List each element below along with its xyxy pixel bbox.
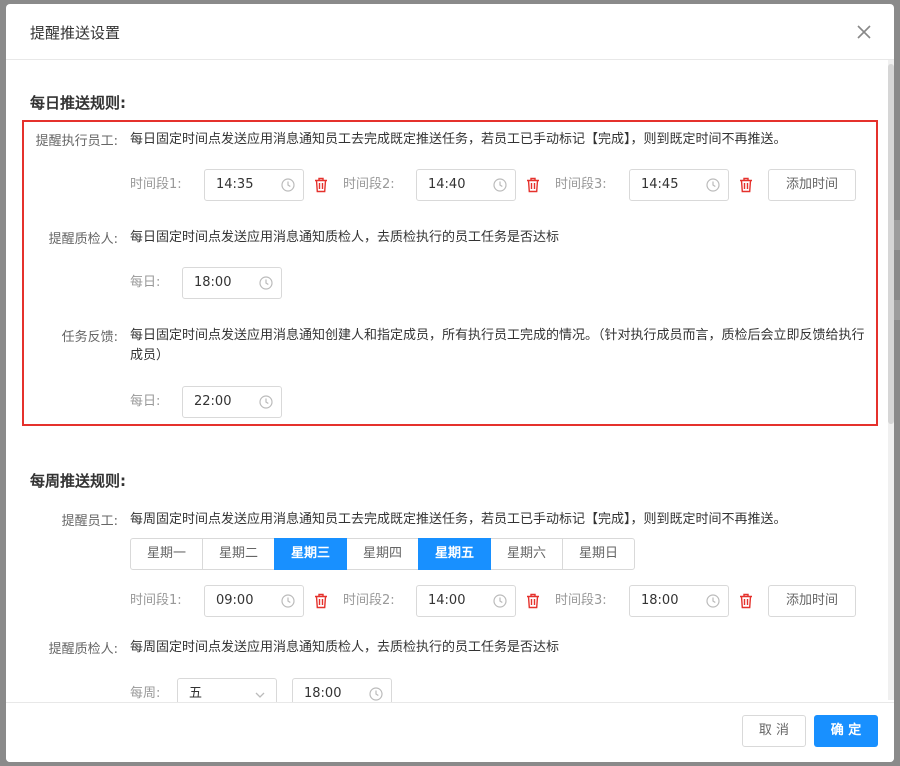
select-value: 五 (189, 686, 203, 701)
time-input-daily-3[interactable]: 14:45 (629, 169, 729, 201)
clock-icon (281, 178, 295, 192)
slot-label: 时间段3: (555, 593, 607, 608)
clock-icon (259, 395, 273, 409)
daily-section-title: 每日推送规则: (30, 94, 126, 112)
dialog-title: 提醒推送设置 (30, 24, 121, 42)
weekly-employee-label: 提醒员工: (61, 514, 118, 529)
daily-label: 每日: (130, 275, 161, 290)
weekly-inspector-label: 提醒质检人: (48, 642, 118, 657)
time-input-inspector[interactable]: 18:00 (182, 267, 282, 299)
time-input-daily-1[interactable]: 14:35 (204, 169, 304, 201)
trash-icon[interactable] (739, 177, 753, 193)
weekday-sun[interactable]: 星期日 (562, 538, 635, 570)
time-input-feedback[interactable]: 22:00 (182, 386, 282, 418)
trash-icon[interactable] (526, 177, 540, 193)
time-value: 09:00 (216, 593, 254, 608)
executor-desc: 每日固定时间点发送应用消息通知员工去完成既定推送任务，若员工已手动标记【完成】，… (130, 132, 787, 147)
weekly-employee-desc: 每周固定时间点发送应用消息通知员工去完成既定推送任务，若员工已手动标记【完成】，… (130, 512, 787, 527)
slot-label: 时间段3: (555, 177, 607, 192)
weekday-select[interactable]: 五 (177, 678, 277, 702)
trash-icon[interactable] (314, 593, 328, 609)
inspector-desc: 每日固定时间点发送应用消息通知质检人，去质检执行的员工任务是否达标 (130, 230, 560, 245)
clock-icon (493, 178, 507, 192)
time-input-weekly-inspector[interactable]: 18:00 (292, 678, 392, 702)
time-input-weekly-3[interactable]: 18:00 (629, 585, 729, 617)
weekday-mon[interactable]: 星期一 (130, 538, 203, 570)
time-input-weekly-1[interactable]: 09:00 (204, 585, 304, 617)
scrollbar-track[interactable] (888, 60, 894, 700)
inspector-label: 提醒质检人: (48, 232, 118, 247)
clock-icon (281, 594, 295, 608)
weekday-sat[interactable]: 星期六 (490, 538, 563, 570)
slot-label: 时间段2: (343, 593, 395, 608)
trash-icon[interactable] (739, 593, 753, 609)
clock-icon (706, 594, 720, 608)
weekly-label: 每周: (130, 686, 161, 701)
add-time-button[interactable]: 添加时间 (768, 169, 856, 201)
time-value: 18:00 (194, 275, 232, 290)
weekday-tue[interactable]: 星期二 (202, 538, 275, 570)
slot-label: 时间段1: (130, 177, 182, 192)
weekday-selector: 星期一 星期二 星期三 星期四 星期五 星期六 星期日 (130, 538, 635, 570)
chevron-down-icon (255, 692, 265, 698)
close-button[interactable] (854, 22, 874, 42)
time-value: 18:00 (641, 593, 679, 608)
weekday-wed[interactable]: 星期三 (274, 538, 347, 570)
time-input-weekly-2[interactable]: 14:00 (416, 585, 516, 617)
time-value: 14:35 (216, 177, 254, 192)
clock-icon (259, 276, 273, 290)
time-input-daily-2[interactable]: 14:40 (416, 169, 516, 201)
weekday-fri[interactable]: 星期五 (418, 538, 491, 570)
trash-icon[interactable] (526, 593, 540, 609)
dialog-footer: 取 消 确 定 (6, 702, 894, 762)
dialog-body: 每日推送规则: 提醒执行员工: 每日固定时间点发送应用消息通知员工去完成既定推送… (6, 60, 894, 702)
dialog-header: 提醒推送设置 (6, 4, 894, 60)
daily-label: 每日: (130, 394, 161, 409)
executor-label: 提醒执行员工: (35, 134, 118, 149)
add-time-button[interactable]: 添加时间 (768, 585, 856, 617)
close-icon (857, 25, 871, 39)
scrollbar-thumb[interactable] (888, 64, 894, 424)
feedback-label: 任务反馈: (61, 330, 118, 345)
confirm-button[interactable]: 确 定 (814, 715, 878, 747)
time-value: 14:00 (428, 593, 466, 608)
cancel-button[interactable]: 取 消 (742, 715, 806, 747)
time-value: 22:00 (194, 394, 232, 409)
slot-label: 时间段2: (343, 177, 395, 192)
trash-icon[interactable] (314, 177, 328, 193)
weekly-inspector-desc: 每周固定时间点发送应用消息通知质检人，去质检执行的员工任务是否达标 (130, 640, 560, 655)
time-value: 14:40 (428, 177, 466, 192)
slot-label: 时间段1: (130, 593, 182, 608)
time-value: 14:45 (641, 177, 679, 192)
clock-icon (369, 687, 383, 701)
clock-icon (706, 178, 720, 192)
weekday-thu[interactable]: 星期四 (346, 538, 419, 570)
clock-icon (493, 594, 507, 608)
feedback-desc: 每日固定时间点发送应用消息通知创建人和指定成员，所有执行员工完成的情况。（针对执… (130, 328, 865, 363)
push-settings-dialog: 提醒推送设置 每日推送规则: 提醒执行员工: 每日固定时间点发送应用消息通知员工… (6, 4, 894, 762)
weekly-section-title: 每周推送规则: (30, 472, 126, 490)
time-value: 18:00 (304, 686, 342, 701)
